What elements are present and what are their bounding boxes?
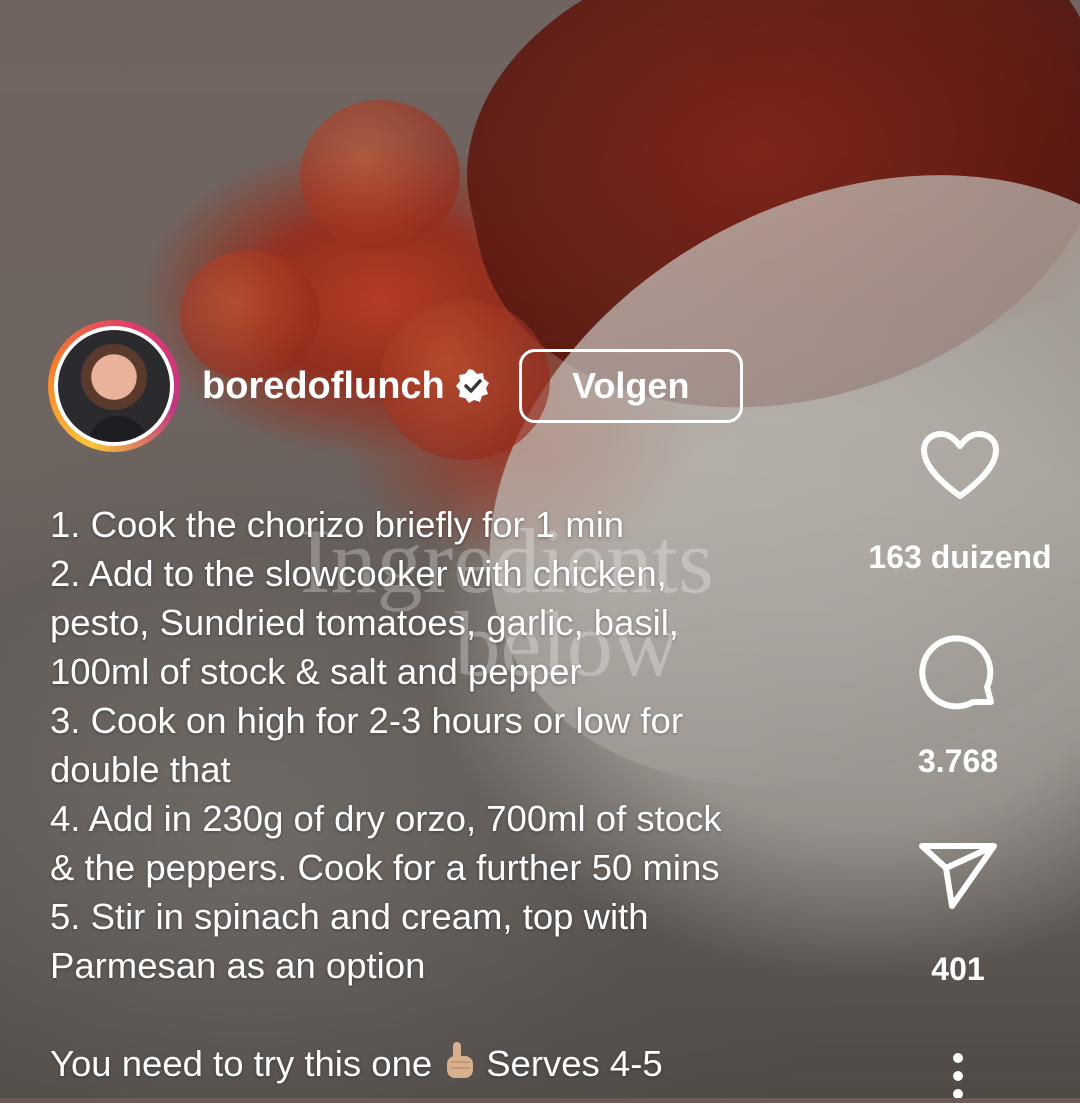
caption-line: Parmesan as an option [50, 945, 426, 986]
caption-line: double that [50, 749, 231, 790]
comment-icon[interactable] [917, 635, 999, 718]
caption-line: 4. Add in 230g of dry orzo, 700ml of sto… [50, 798, 722, 839]
share-icon[interactable] [918, 843, 998, 916]
more-options-icon[interactable] [948, 1052, 968, 1099]
caption-line: 1. Cook the chorizo briefly for 1 min [50, 504, 625, 545]
verified-badge-icon [455, 368, 491, 404]
heart-icon[interactable] [920, 431, 1000, 506]
caption-line: 2. Add to the slowcooker with chicken, [50, 553, 667, 594]
caption-line: pesto, Sundried tomatoes, garlic, basil, [50, 602, 679, 643]
username[interactable]: boredoflunch [202, 365, 445, 408]
caption-line: 3. Cook on high for 2-3 hours or low for [50, 700, 683, 741]
avatar-story-ring[interactable] [48, 320, 180, 452]
pointing-up-hand-emoji [442, 1040, 476, 1092]
share-action: 401 [848, 840, 1068, 988]
caption-line-last: You need to try this one Serves 4-5 [50, 1039, 850, 1092]
comment-count: 3.768 [917, 743, 999, 779]
caption-line: 5. Stir in spinach and cream, top with [50, 896, 649, 937]
caption[interactable]: 1. Cook the chorizo briefly for 1 min 2.… [50, 500, 850, 1092]
comment-action: 3.768 [848, 632, 1068, 780]
author-row: boredoflunch Volgen [48, 320, 743, 452]
like-action: 163 duizend [850, 430, 1070, 576]
caption-last-end: Serves 4-5 [486, 1043, 663, 1084]
follow-button[interactable]: Volgen [518, 349, 743, 423]
like-count: 163 duizend [868, 539, 1052, 575]
caption-last-start: You need to try this one [50, 1043, 433, 1084]
share-count: 401 [931, 951, 985, 987]
caption-line: & the peppers. Cook for a further 50 min… [50, 847, 720, 888]
caption-line: 100ml of stock & salt and pepper [50, 651, 582, 692]
avatar[interactable] [54, 326, 174, 446]
